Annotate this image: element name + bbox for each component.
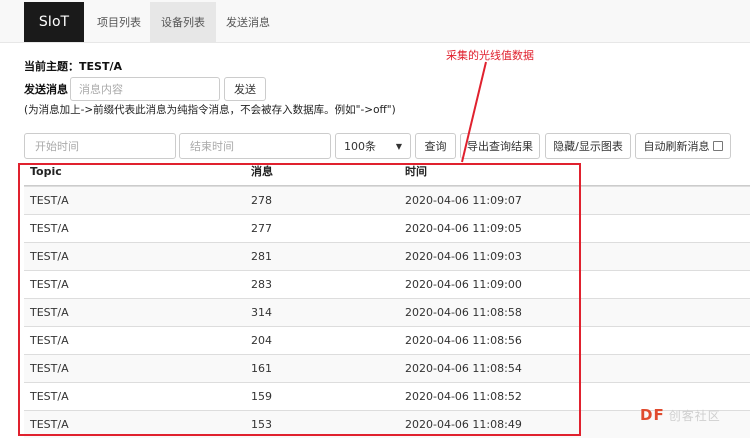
watermark-text: DF [640,406,665,424]
annotation-arrow [461,61,487,163]
annotation-label: 采集的光线值数据 [446,49,534,62]
watermark-subtext: 创客社区 [668,409,721,423]
df-watermark-logo: DF 创客社区 [640,406,721,424]
